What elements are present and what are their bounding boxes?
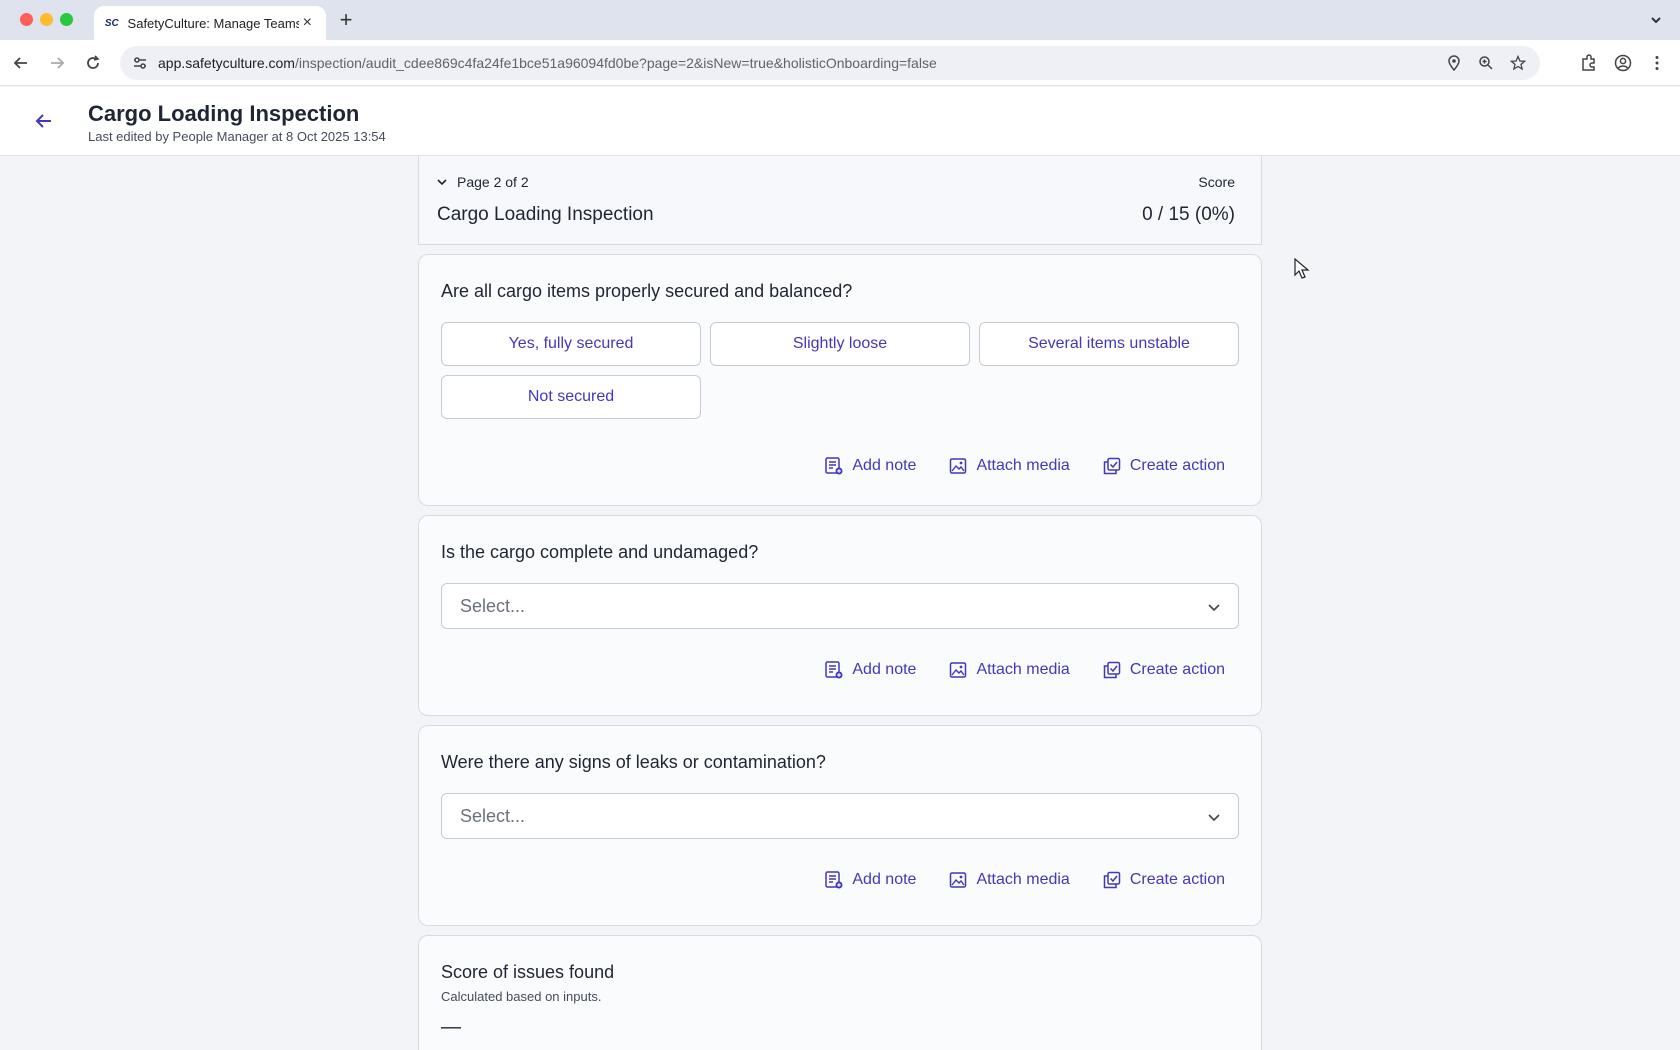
add-note-button[interactable]: Add note <box>824 870 916 890</box>
page-title: Cargo Loading Inspection <box>88 101 360 126</box>
option-several-items-unstable[interactable]: Several items unstable <box>979 322 1239 366</box>
image-icon <box>948 870 968 890</box>
address-bar[interactable]: app.safetyculture.com/inspection/audit_c… <box>120 46 1540 80</box>
chevron-down-icon <box>1206 809 1222 825</box>
last-edited-text: Last edited by People Manager at 8 Oct 2… <box>88 129 386 144</box>
create-action-button[interactable]: Create action <box>1102 870 1225 890</box>
attach-media-button[interactable]: Attach media <box>948 456 1070 476</box>
forward-icon[interactable] <box>46 52 68 74</box>
browser-toolbar: app.safetyculture.com/inspection/audit_c… <box>0 40 1680 86</box>
maximize-window-button[interactable] <box>60 13 73 26</box>
create-action-button[interactable]: Create action <box>1102 456 1225 476</box>
question-text: Is the cargo complete and undamaged? <box>441 542 759 562</box>
inspection-header: Cargo Loading Inspection Last edited by … <box>0 87 1680 156</box>
image-icon <box>948 456 968 476</box>
back-arrow-icon[interactable] <box>32 109 56 133</box>
chevron-down-icon <box>435 175 449 189</box>
attach-media-label: Attach media <box>976 871 1070 888</box>
add-note-label: Add note <box>852 871 917 888</box>
bookmark-star-icon[interactable] <box>1508 53 1528 73</box>
question-text: Were there any signs of leaks or contami… <box>441 752 826 772</box>
attach-media-label: Attach media <box>976 661 1070 678</box>
question-card-2: Is the cargo complete and undamaged? Sel… <box>418 515 1262 716</box>
create-action-label: Create action <box>1129 871 1225 888</box>
location-icon[interactable] <box>1444 53 1464 73</box>
browser-tab-active[interactable]: SC SafetyCulture: Manage Teams × <box>94 6 326 40</box>
note-icon <box>824 660 844 680</box>
profile-icon[interactable] <box>1612 52 1634 74</box>
response-options: Yes, fully secured Slightly loose Severa… <box>441 322 1239 419</box>
option-slightly-loose[interactable]: Slightly loose <box>710 322 970 366</box>
url-path: /inspection/audit_cdee869c4fa24fe1bce51a… <box>294 55 937 71</box>
create-action-label: Create action <box>1129 661 1225 678</box>
browser-tab-strip: SC SafetyCulture: Manage Teams × + <box>0 0 1680 40</box>
option-not-secured[interactable]: Not secured <box>441 375 701 419</box>
score-card: Score of issues found Calculated based o… <box>418 935 1262 1050</box>
tab-title: SafetyCulture: Manage Teams <box>127 15 299 31</box>
create-action-label: Create action <box>1129 457 1225 474</box>
score-label: Score <box>1198 174 1235 190</box>
reload-icon[interactable] <box>82 52 104 74</box>
select-placeholder: Select... <box>460 595 526 616</box>
back-icon[interactable] <box>10 52 32 74</box>
score-card-title: Score of issues found <box>441 962 615 982</box>
question-actions: Add note Attach media Create action <box>441 433 1239 499</box>
section-title: Cargo Loading Inspection <box>437 204 654 225</box>
select-placeholder: Select... <box>460 805 526 826</box>
action-icon <box>1102 660 1122 680</box>
attach-media-label: Attach media <box>976 457 1070 474</box>
response-select[interactable]: Select... <box>441 583 1239 629</box>
add-note-label: Add note <box>852 661 917 678</box>
inspection-content: Page 2 of 2 Score Cargo Loading Inspecti… <box>418 156 1262 1050</box>
zoom-icon[interactable] <box>1476 53 1496 73</box>
page-summary-panel: Page 2 of 2 Score Cargo Loading Inspecti… <box>418 156 1262 245</box>
page-collapse-toggle[interactable]: Page 2 of 2 <box>435 174 529 190</box>
create-action-button[interactable]: Create action <box>1102 660 1225 680</box>
safetyculture-favicon-icon: SC <box>104 17 119 29</box>
option-yes-fully-secured[interactable]: Yes, fully secured <box>441 322 701 366</box>
site-settings-icon[interactable] <box>130 53 150 73</box>
browser-menu-icon[interactable] <box>1646 52 1668 74</box>
add-note-label: Add note <box>852 457 917 474</box>
question-card-3: Were there any signs of leaks or contami… <box>418 725 1262 926</box>
url-host: app.safetyculture.com <box>158 55 295 71</box>
question-text: Are all cargo items properly secured and… <box>441 281 853 301</box>
note-icon <box>824 870 844 890</box>
attach-media-button[interactable]: Attach media <box>948 660 1070 680</box>
action-icon <box>1102 456 1122 476</box>
question-actions: Add note Attach media Create action <box>441 637 1239 703</box>
response-select[interactable]: Select... <box>441 793 1239 839</box>
close-window-button[interactable] <box>20 13 33 26</box>
score-card-subtitle: Calculated based on inputs. <box>441 989 602 1004</box>
action-icon <box>1102 870 1122 890</box>
add-note-button[interactable]: Add note <box>824 456 916 476</box>
question-card-1: Are all cargo items properly secured and… <box>418 254 1262 506</box>
mouse-cursor-icon <box>1294 258 1310 279</box>
score-value: 0 / 15 (0%) <box>1142 204 1235 225</box>
minimize-window-button[interactable] <box>40 13 53 26</box>
tab-search-chevron-icon[interactable] <box>1646 10 1666 30</box>
question-actions: Add note Attach media Create action <box>441 847 1239 913</box>
attach-media-button[interactable]: Attach media <box>948 870 1070 890</box>
add-note-button[interactable]: Add note <box>824 660 916 680</box>
extensions-icon[interactable] <box>1578 52 1600 74</box>
page-indicator: Page 2 of 2 <box>457 174 529 190</box>
chevron-down-icon <box>1206 599 1222 615</box>
note-icon <box>824 456 844 476</box>
url-text: app.safetyculture.com/inspection/audit_c… <box>158 55 937 71</box>
score-card-value: — <box>441 1016 461 1038</box>
new-tab-icon[interactable]: + <box>334 8 358 32</box>
close-tab-icon[interactable]: × <box>299 14 316 32</box>
image-icon <box>948 660 968 680</box>
